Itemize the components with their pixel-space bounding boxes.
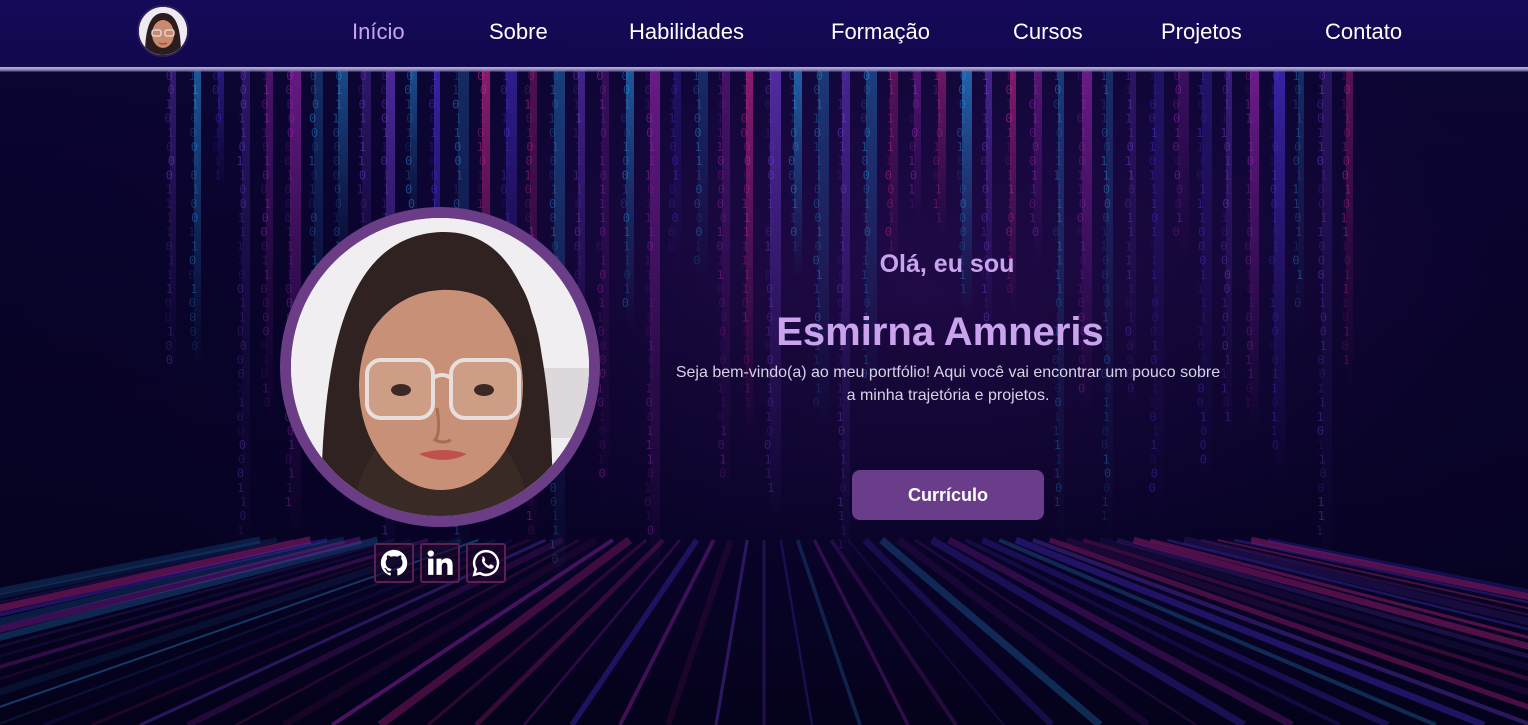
portfolio-page: 0010100011110111001001110000010011001000… bbox=[0, 0, 1528, 725]
social-links bbox=[374, 543, 514, 583]
nav-link-sobre[interactable]: Sobre bbox=[489, 19, 548, 45]
nav-link-contato[interactable]: Contato bbox=[1325, 19, 1402, 45]
linkedin-link[interactable] bbox=[420, 543, 460, 583]
hero-intro: Seja bem-vindo(a) ao meu portfólio! Aqui… bbox=[675, 364, 1221, 404]
navbar: Início Sobre Habilidades Formação Cursos… bbox=[0, 0, 1528, 72]
nav-link-formacao[interactable]: Formação bbox=[831, 19, 930, 45]
hero-greeting: Olá, eu sou bbox=[879, 250, 1015, 278]
whatsapp-link[interactable] bbox=[466, 543, 506, 583]
linkedin-icon bbox=[427, 550, 453, 575]
github-link[interactable] bbox=[374, 543, 414, 583]
curriculo-button[interactable]: Currículo bbox=[852, 470, 1044, 520]
nav-link-cursos[interactable]: Cursos bbox=[1013, 19, 1083, 45]
profile-photo-ring bbox=[280, 207, 600, 527]
nav-links: Início Sobre Habilidades Formação Cursos… bbox=[0, 0, 1528, 64]
nav-link-inicio[interactable]: Início bbox=[352, 19, 405, 45]
profile-photo bbox=[291, 218, 589, 516]
github-icon bbox=[380, 549, 408, 576]
hero-name: Esmirna Amneris bbox=[776, 310, 1104, 354]
nav-link-projetos[interactable]: Projetos bbox=[1161, 19, 1242, 45]
whatsapp-icon bbox=[472, 549, 500, 577]
nav-link-habilidades[interactable]: Habilidades bbox=[629, 19, 744, 45]
profile-portrait-icon bbox=[291, 218, 589, 516]
